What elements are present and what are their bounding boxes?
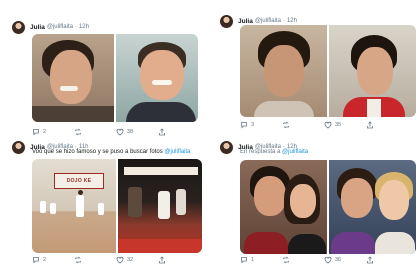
like-button[interactable]: 38 [116,128,158,136]
photo-two-friends[interactable] [329,160,416,254]
tweet-actions: 3 35 [240,120,408,130]
retweet-icon [75,128,81,136]
reply-icon [241,257,247,264]
mention-link[interactable]: @juliflaita [164,149,190,155]
avatar[interactable] [220,14,233,28]
share-icon [367,121,373,129]
tweet-time[interactable]: 12h [79,24,89,30]
like-count: 35 [335,122,342,128]
reply-count: 2 [43,257,47,263]
photo-teen-in-red[interactable] [329,25,416,117]
reply-button[interactable]: 2 [32,256,74,264]
retweet-icon [283,121,289,129]
reply-icon [33,129,39,136]
reply-count: 1 [251,257,255,263]
tweet-body: Voo que se hizo famoso y se puso a busca… [32,149,165,155]
tweet-card-4[interactable]: Julia @juliflaita · 12h En respuesta a @… [220,140,416,268]
tweet-card-1[interactable]: Julia @juliflaita · 12h 2 38 [12,20,202,140]
reply-button[interactable]: 3 [240,121,282,129]
dojo-poster: DOJO KE [54,173,104,189]
like-button[interactable]: 35 [324,121,366,129]
retweet-button[interactable] [74,128,116,136]
media-grid [32,34,198,122]
like-count: 36 [335,257,342,263]
photo-karate-dojo[interactable]: DOJO KE [32,159,116,253]
author-name[interactable]: Julia [238,18,253,25]
separator-dot: · [282,18,285,24]
reply-context: En respuesta a @juliflaita [240,149,308,155]
like-icon [116,128,124,136]
tweet-card-2[interactable]: Julia @juliflaita · 12h 3 35 [220,14,416,134]
media-grid: DOJO KE [32,159,202,253]
like-icon [116,256,124,264]
separator-dot: · [74,24,77,30]
photo-karate-tournament[interactable] [118,159,202,253]
retweet-button[interactable] [74,256,116,264]
reply-count: 2 [43,129,47,135]
avatar[interactable] [220,140,233,154]
share-button[interactable] [158,256,200,264]
reply-count: 3 [251,122,255,128]
avatar[interactable] [12,20,25,34]
share-button[interactable] [158,128,200,136]
dojo-poster-text: DOJO KE [66,178,92,184]
share-icon [159,256,165,264]
tweet-actions: 2 38 [32,127,200,137]
like-icon [324,256,332,264]
reply-context-label: En respuesta a [240,149,283,155]
share-icon [159,128,165,136]
media-grid [240,25,416,117]
reply-button[interactable]: 1 [240,256,282,264]
retweet-icon [283,256,289,264]
like-count: 38 [127,129,134,135]
retweet-button[interactable] [282,121,324,129]
mention-link[interactable]: @juliflaita [282,149,308,155]
media-grid [240,160,416,254]
reply-icon [241,122,247,129]
like-icon [324,121,332,129]
author-handle[interactable]: @juliflaita [255,18,281,24]
avatar[interactable] [12,140,25,154]
share-button[interactable] [366,256,408,264]
photo-couple-selfie[interactable] [240,160,327,254]
retweet-button[interactable] [282,256,324,264]
like-button[interactable]: 32 [116,256,158,264]
author-name[interactable]: Julia [30,24,45,31]
tweet-header: Julia @juliflaita · 12h [12,20,89,34]
tweet-actions: 1 36 [240,255,408,265]
like-button[interactable]: 36 [324,256,366,264]
share-icon [367,256,373,264]
like-count: 32 [127,257,134,263]
retweet-icon [75,256,81,264]
tweet-card-3[interactable]: Julia @juliflaita · 11h Voo que se hizo … [12,140,208,268]
author-handle[interactable]: @juliflaita [47,24,73,30]
reply-button[interactable]: 2 [32,128,74,136]
photo-man-in-suit[interactable] [116,34,198,122]
tweet-text: Voo que se hizo famoso y se puso a busca… [32,149,191,155]
photo-teen-portrait[interactable] [240,25,327,117]
photo-young-man-smiling[interactable] [32,34,114,122]
tweet-actions: 2 32 [32,255,200,265]
reply-icon [33,257,39,264]
tweet-time[interactable]: 12h [287,18,297,24]
share-button[interactable] [366,121,408,129]
